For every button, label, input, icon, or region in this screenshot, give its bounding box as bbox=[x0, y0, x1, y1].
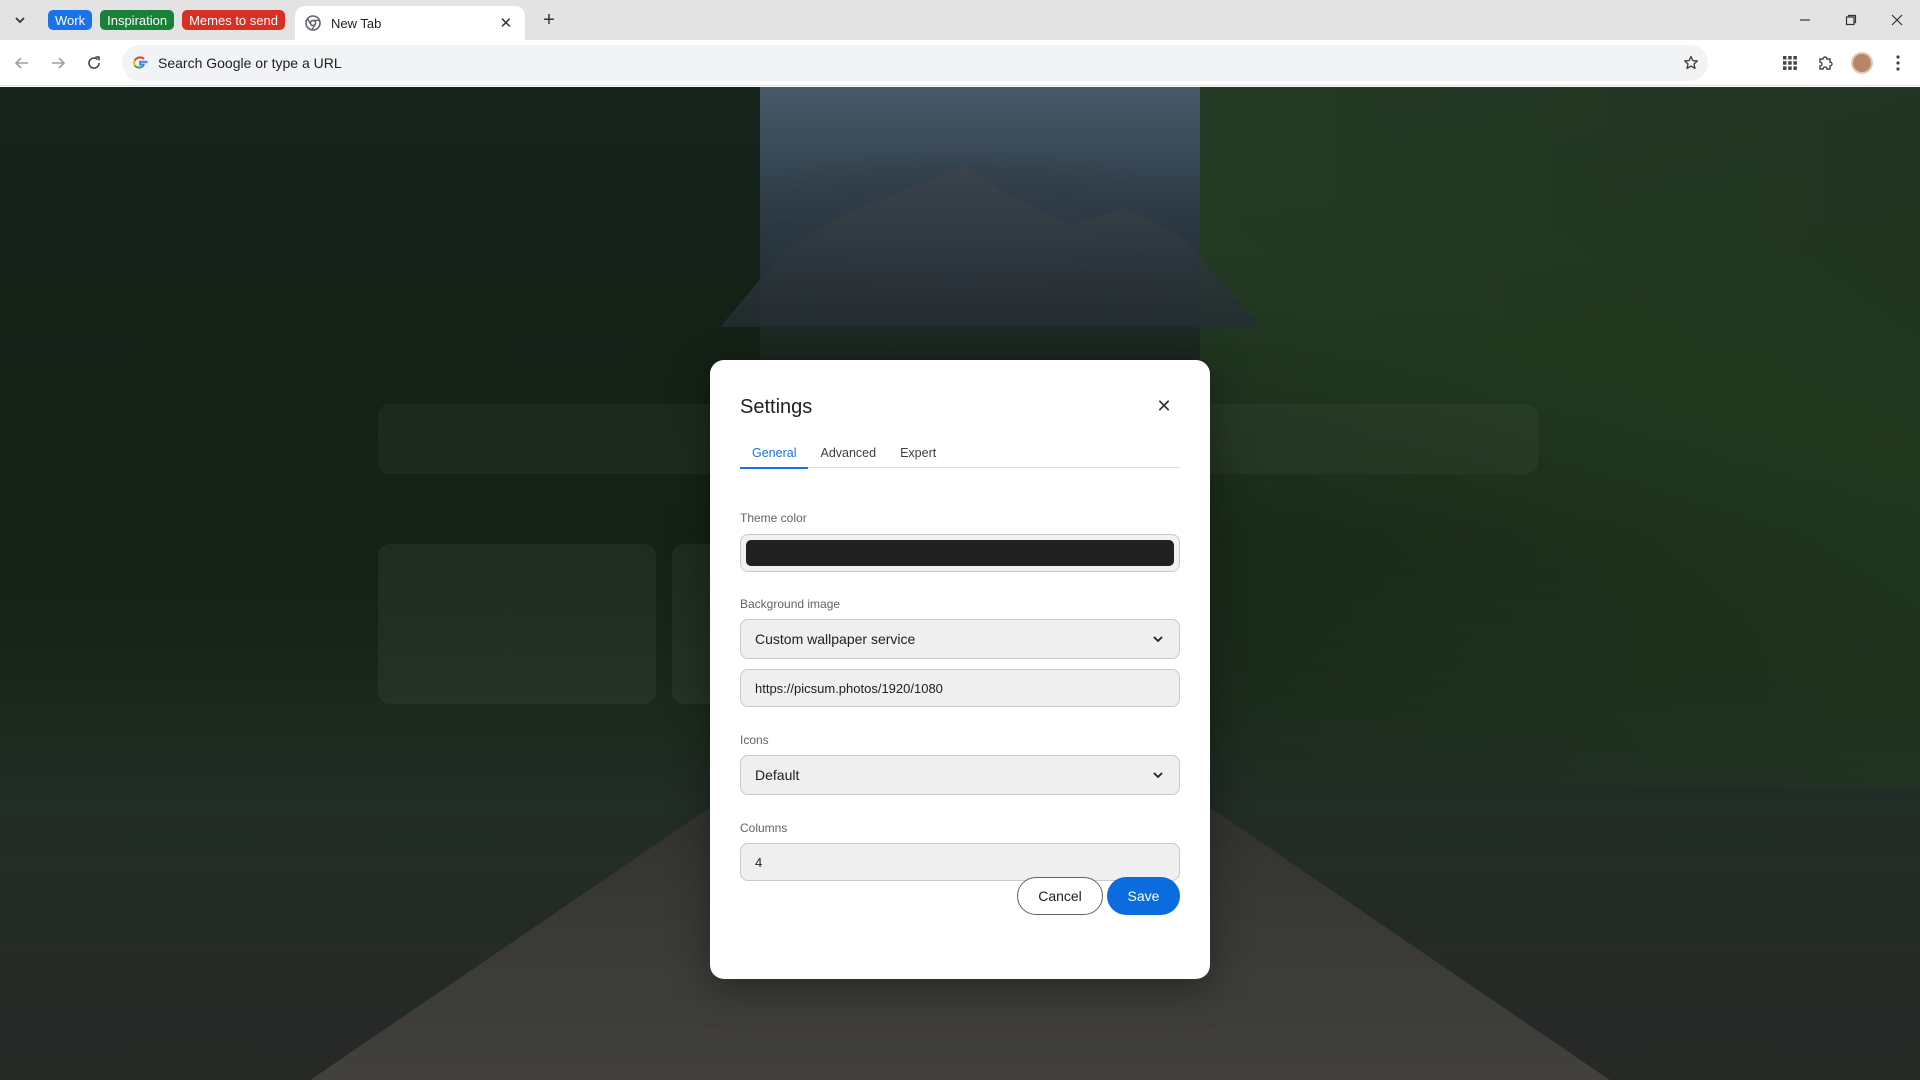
background-image-label: Background image bbox=[740, 597, 841, 611]
back-button[interactable] bbox=[4, 45, 40, 81]
close-window-icon[interactable] bbox=[1874, 0, 1920, 40]
extensions-puzzle-icon[interactable] bbox=[1808, 45, 1844, 81]
theme-color-swatch bbox=[746, 540, 1174, 566]
settings-dialog: Settings ✕ General Advanced Expert Theme… bbox=[710, 360, 1210, 979]
address-bar[interactable]: Search Google or type a URL bbox=[122, 45, 1708, 81]
tab-strip: Work Inspiration Memes to send New Tab ✕… bbox=[0, 0, 1920, 40]
tab-advanced[interactable]: Advanced bbox=[808, 438, 888, 468]
background-image-select[interactable]: Custom wallpaper service bbox=[740, 619, 1180, 659]
save-button[interactable]: Save bbox=[1107, 877, 1180, 915]
chevron-down-icon bbox=[1153, 636, 1163, 643]
close-icon[interactable]: ✕ bbox=[1152, 394, 1176, 418]
arrow-right-icon bbox=[52, 56, 66, 69]
columns-label: Columns bbox=[740, 821, 788, 835]
icons-label: Icons bbox=[740, 733, 769, 747]
icons-selected: Default bbox=[755, 767, 800, 783]
tab-new-tab[interactable]: New Tab ✕ bbox=[294, 6, 525, 40]
address-bar-text: Search Google or type a URL bbox=[158, 55, 342, 71]
columns-input[interactable]: 4 bbox=[740, 843, 1180, 881]
profile-avatar[interactable] bbox=[1844, 45, 1880, 81]
browser-toolbar: Search Google or type a URL bbox=[0, 40, 1920, 86]
reload-icon bbox=[88, 55, 100, 69]
forward-button[interactable] bbox=[40, 45, 76, 81]
background-url-value: https://picsum.photos/1920/1080 bbox=[755, 680, 943, 696]
tab-group-memes[interactable]: Memes to send bbox=[182, 10, 285, 30]
restore-icon[interactable] bbox=[1828, 0, 1874, 40]
dialog-title: Settings bbox=[740, 396, 813, 418]
window-controls bbox=[1782, 0, 1920, 40]
reload-button[interactable] bbox=[76, 45, 112, 81]
tab-general[interactable]: General bbox=[740, 438, 809, 469]
background-image-selected: Custom wallpaper service bbox=[755, 631, 916, 647]
new-tab-page: Settings ✕ General Advanced Expert Theme… bbox=[0, 87, 1920, 1080]
tab-title: New Tab bbox=[330, 15, 382, 31]
theme-color-picker[interactable] bbox=[740, 534, 1180, 572]
avatar bbox=[1851, 52, 1873, 74]
columns-value: 4 bbox=[755, 854, 763, 870]
icons-select[interactable]: Default bbox=[740, 755, 1180, 795]
google-icon bbox=[133, 56, 148, 69]
minimize-icon[interactable] bbox=[1782, 0, 1828, 40]
arrow-left-icon bbox=[14, 56, 28, 69]
new-tab-button[interactable]: + bbox=[535, 6, 563, 34]
bookmark-star-icon[interactable] bbox=[1674, 46, 1708, 80]
background-url-input[interactable]: https://picsum.photos/1920/1080 bbox=[740, 669, 1180, 707]
close-icon[interactable]: ✕ bbox=[497, 14, 515, 32]
apps-grid-icon[interactable] bbox=[1772, 45, 1808, 81]
chrome-icon bbox=[305, 15, 321, 31]
theme-color-label: Theme color bbox=[740, 511, 807, 525]
tab-expert[interactable]: Expert bbox=[888, 438, 948, 468]
cancel-button[interactable]: Cancel bbox=[1017, 877, 1103, 915]
settings-tabs: General Advanced Expert bbox=[740, 438, 1180, 469]
toolbar-right bbox=[1772, 45, 1916, 81]
tab-group-inspiration[interactable]: Inspiration bbox=[100, 10, 175, 30]
chevron-down-icon bbox=[15, 17, 25, 24]
menu-kebab-icon[interactable] bbox=[1880, 45, 1916, 81]
chevron-down-icon bbox=[1153, 772, 1163, 779]
tab-group-work[interactable]: Work bbox=[48, 10, 93, 30]
tab-search-button[interactable] bbox=[6, 6, 34, 34]
